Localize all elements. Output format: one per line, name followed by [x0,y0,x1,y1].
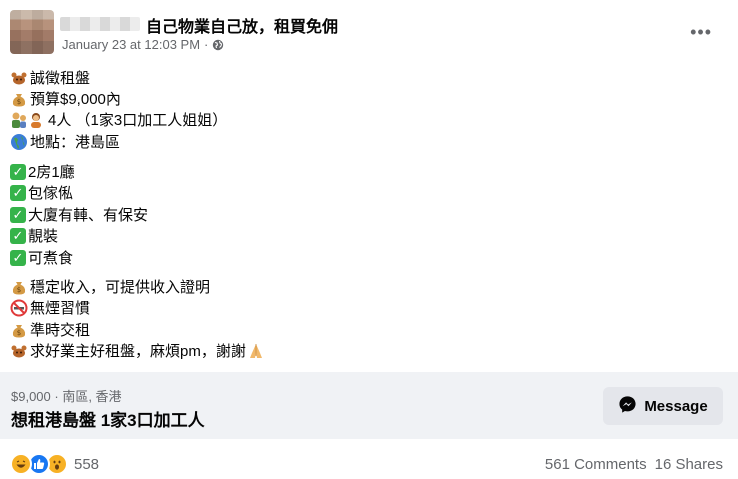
listing-price-location: $9,000 · 南區, 香港 [11,389,122,404]
money-bag-icon: $ [10,90,28,108]
group-name[interactable]: 自己物業自己放，租買免佣 [146,13,338,37]
engagement-stats: 561 Comments 16 Shares [545,456,723,473]
money-bag-icon: $ [10,321,28,339]
post-line-text: 誠徵租盤 [30,70,91,87]
post-line-text: 4人 （1家3口加工人姐姐） [48,112,228,129]
post-line: ✓ 靚裝 [10,225,58,246]
check-icon: ✓ [10,184,26,201]
svg-text:$: $ [17,329,21,337]
post-line-text: 大廈有䡛、有保安 [28,207,149,224]
post-line: 誠徵租盤 [10,67,90,88]
no-smoking-icon [10,299,28,317]
post-line-text: 準時交租 [30,322,91,339]
post-line: 求好業主好租盤，麻煩pm，謝謝 [10,340,267,361]
post-line: $ 準時交租 [10,319,90,340]
more-options-icon[interactable]: ••• [690,22,712,43]
post-line: 4人 （1家3口加工人姐姐） [10,109,227,130]
messenger-icon [618,395,637,418]
message-button[interactable]: Message [603,387,723,425]
post-line-text: 穩定收入，可提供收入證明 [30,279,211,296]
poster-avatar[interactable] [10,10,54,54]
post-line: $ 穩定收入，可提供收入證明 [10,276,210,297]
post-line: 地點：港島區 [10,131,120,152]
haha-reaction-icon [10,453,32,475]
post-line: ✓ 大廈有䡛、有保安 [10,204,148,225]
listing-title[interactable]: 想租港島盤 1家3口加工人 [11,406,205,431]
meta-separator: · [204,37,209,52]
message-button-label: Message [644,397,708,415]
check-icon: ✓ [10,206,26,223]
globe-icon [10,133,28,151]
post-line: ✓ 可煮食 [10,247,73,268]
post-line-text: 求好業主好租盤，麻煩pm，謝謝 [30,343,246,360]
squirrel-icon [10,342,28,360]
squirrel-icon [10,69,28,87]
post-line-text: 無煙習慣 [30,300,91,317]
listing-card[interactable]: $9,000 · 南區, 香港 想租港島盤 1家3口加工人 Message [0,372,738,439]
comments-count[interactable]: 561 Comments [545,456,647,473]
family-icon [10,111,46,129]
public-globe-icon [212,39,224,51]
post-line-text: 包傢俬 [28,185,74,202]
post-line-text: 靚裝 [28,228,59,245]
post-line: $ 預算$9,000內 [10,88,121,109]
post-line: ✓ 2房1廳 [10,161,75,182]
poster-name-redacted[interactable] [60,17,140,31]
post-timestamp[interactable]: January 23 at 12:03 PM [62,37,200,52]
post-line-text: 地點：港島區 [30,134,121,151]
post-line-text: 2房1廳 [28,164,75,181]
post-meta: January 23 at 12:03 PM · [62,37,224,52]
post-line-text: 預算$9,000內 [30,91,121,108]
reactions-summary[interactable]: 558 [10,453,99,475]
shares-count[interactable]: 16 Shares [655,456,723,473]
post-line-text: 可煮食 [28,250,74,267]
reaction-count[interactable]: 558 [74,456,99,473]
svg-text:$: $ [17,98,21,106]
post-line: ✓ 包傢俬 [10,182,73,203]
folded-hands-icon [247,342,265,360]
check-icon: ✓ [10,163,26,180]
check-icon: ✓ [10,227,26,244]
post-line: 無煙習慣 [10,297,90,318]
check-icon: ✓ [10,249,26,266]
money-bag-icon: $ [10,278,28,296]
svg-text:$: $ [17,286,21,294]
